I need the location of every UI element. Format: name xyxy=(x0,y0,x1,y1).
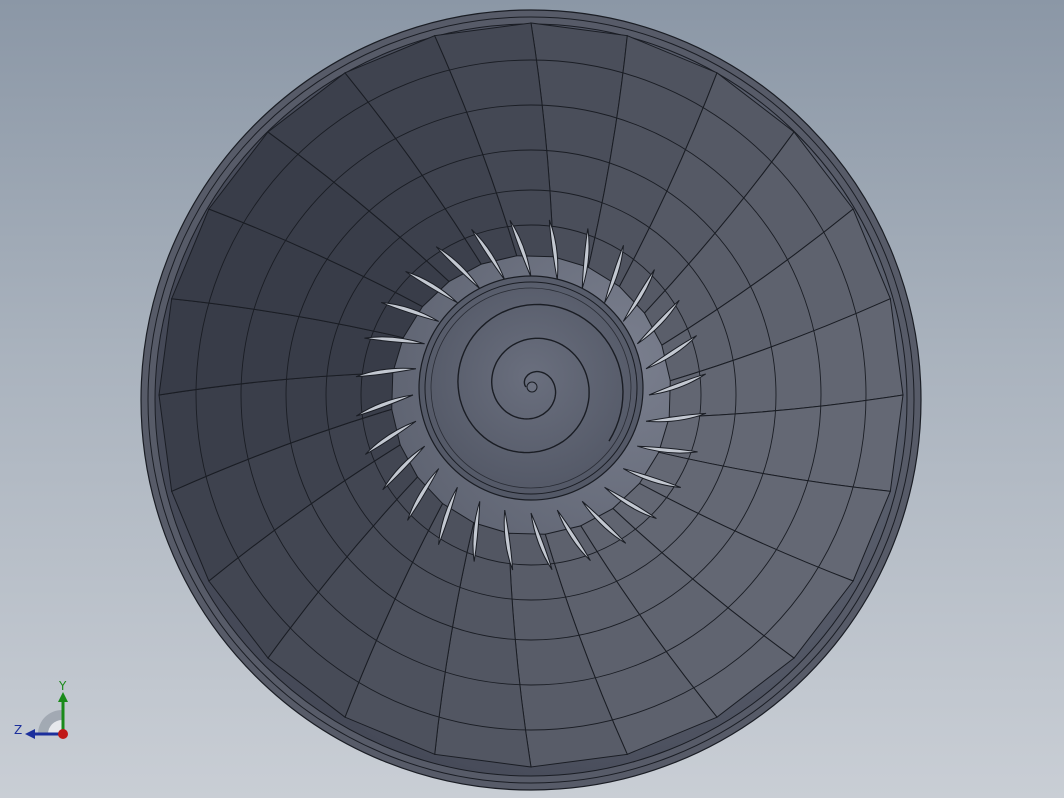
x-axis-dot xyxy=(58,729,68,739)
z-axis-head xyxy=(25,729,35,739)
z-axis-label: Z xyxy=(14,723,22,737)
graphics-viewport[interactable]: Y Z xyxy=(0,0,1064,798)
y-axis-label: Y xyxy=(58,679,67,693)
spinner-tip xyxy=(526,381,538,393)
y-axis-head xyxy=(58,692,68,702)
reference-triad: Y Z xyxy=(14,679,68,739)
fan-model[interactable] xyxy=(0,0,1064,798)
